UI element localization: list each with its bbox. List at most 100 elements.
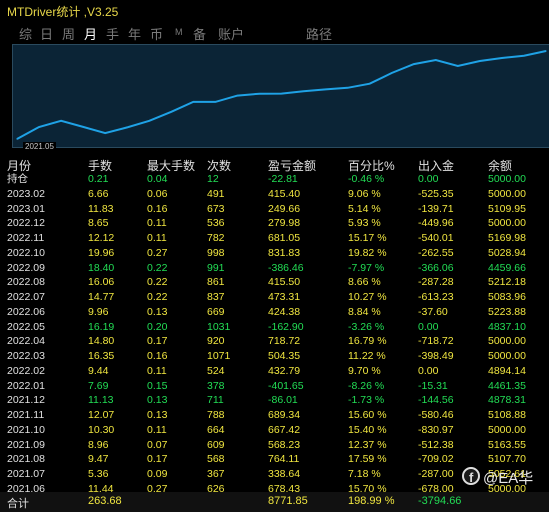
tab-currency[interactable]: 币 bbox=[150, 24, 163, 43]
row-month: 2022.05 bbox=[7, 320, 45, 333]
row-max-lots: 0.16 bbox=[147, 202, 168, 215]
row-pnl: 249.66 bbox=[268, 202, 301, 215]
tab-path[interactable]: 路径 bbox=[306, 24, 332, 43]
table-row[interactable]: 2021.10 10.30 0.11 664 667.42 15.40 % -830.97 5… bbox=[0, 423, 549, 438]
row-max-lots: 0.11 bbox=[147, 217, 167, 230]
row-count: 673 bbox=[207, 202, 225, 215]
row-max-lots: 0.04 bbox=[147, 173, 168, 185]
balance-point bbox=[325, 88, 327, 90]
tab-month[interactable]: 月 bbox=[84, 24, 97, 43]
table-row[interactable]: 持仓 0.21 0.04 12 -22.81 -0.46 % 0.00 5000.00 bbox=[0, 172, 549, 187]
row-lots: 6.66 bbox=[88, 187, 109, 200]
row-month: 2022.12 bbox=[7, 217, 45, 230]
row-count: 991 bbox=[207, 261, 225, 274]
tab-notes[interactable]: 备 bbox=[193, 24, 206, 43]
row-max-lots: 0.11 bbox=[147, 364, 167, 377]
row-pnl: 681.05 bbox=[268, 232, 301, 244]
total-row: 合计 263.68 8771.85 198.99 % -3794.66 bbox=[0, 492, 549, 512]
table-row[interactable]: 2023.01 11.83 0.16 673 249.66 5.14 % -139.71 51… bbox=[0, 202, 549, 217]
row-pnl: 415.40 bbox=[268, 187, 301, 200]
balance-point bbox=[104, 132, 106, 134]
row-count: 367 bbox=[207, 468, 225, 480]
row-month: 2021.07 bbox=[7, 468, 45, 480]
tab-account[interactable]: 账户 bbox=[218, 24, 244, 43]
row-lots: 12.12 bbox=[88, 232, 115, 244]
row-percent: -8.26 % bbox=[348, 379, 385, 392]
table-row[interactable]: 2022.09 18.40 0.22 991 -386.46 -7.97 % -366.06… bbox=[0, 261, 549, 276]
tab-year[interactable]: 年 bbox=[128, 24, 141, 43]
row-deposit-withdraw: -449.96 bbox=[418, 217, 454, 230]
balance-point bbox=[148, 120, 150, 122]
row-max-lots: 0.13 bbox=[147, 409, 168, 421]
row-count: 12 bbox=[207, 173, 219, 185]
row-month: 2022.01 bbox=[7, 379, 45, 392]
row-balance: 5000.00 bbox=[488, 173, 526, 185]
table-row[interactable]: 2022.01 7.69 0.15 378 -401.65 -8.26 % -15.31 44… bbox=[0, 379, 549, 394]
row-deposit-withdraw: -287.00 bbox=[418, 468, 454, 480]
table-row[interactable]: 2021.11 12.07 0.13 788 689.34 15.60 % -580.46 5… bbox=[0, 408, 549, 423]
table-row[interactable]: 2022.12 8.65 0.11 536 279.98 5.93 % -449.96 500… bbox=[0, 216, 549, 231]
table-row[interactable]: 2022.11 12.12 0.11 782 681.05 15.17 % -540.01 5… bbox=[0, 231, 549, 246]
row-deposit-withdraw: -37.60 bbox=[418, 305, 448, 318]
row-max-lots: 0.07 bbox=[147, 438, 168, 451]
table-row[interactable]: 2022.02 9.44 0.11 524 432.79 9.70 % 0.00 4894.1… bbox=[0, 364, 549, 379]
watermark-logo-icon: f bbox=[462, 467, 480, 485]
balance-point bbox=[82, 126, 84, 128]
balance-point bbox=[60, 120, 62, 122]
monthly-stats-table: 持仓 0.21 0.04 12 -22.81 -0.46 % 0.00 5000.00 2023… bbox=[0, 172, 549, 511]
table-row[interactable]: 2023.02 6.66 0.06 491 415.40 9.06 % -525.35 500… bbox=[0, 187, 549, 202]
row-max-lots: 0.22 bbox=[147, 261, 168, 274]
row-month: 2022.09 bbox=[7, 261, 45, 274]
tab-week[interactable]: 周 bbox=[62, 24, 75, 43]
tab-day[interactable]: 日 bbox=[40, 24, 53, 43]
table-row[interactable]: 2022.04 14.80 0.17 920 718.72 16.79 % -718.72 5… bbox=[0, 334, 549, 349]
table-row[interactable]: 2022.07 14.77 0.22 837 473.31 10.27 % -613.23 5… bbox=[0, 290, 549, 305]
row-max-lots: 0.11 bbox=[147, 232, 167, 244]
total-lots: 263.68 bbox=[88, 495, 122, 507]
table-row[interactable]: 2021.12 11.13 0.13 711 -86.01 -1.73 % -144.56 4… bbox=[0, 393, 549, 408]
row-pnl: 689.34 bbox=[268, 409, 301, 421]
row-percent: 5.14 % bbox=[348, 202, 381, 215]
row-balance: 5000.00 bbox=[488, 217, 526, 230]
row-month: 持仓 bbox=[7, 173, 28, 185]
row-lots: 16.19 bbox=[88, 320, 115, 333]
row-month: 2022.06 bbox=[7, 305, 45, 318]
balance-point bbox=[523, 55, 525, 57]
balance-point bbox=[369, 83, 371, 85]
tab-overview[interactable]: 综 bbox=[19, 24, 32, 43]
table-row[interactable]: 2021.09 8.96 0.07 609 568.23 12.37 % -512.38 51… bbox=[0, 438, 549, 453]
row-percent: -7.97 % bbox=[348, 261, 385, 274]
row-max-lots: 0.15 bbox=[147, 379, 168, 392]
row-pnl: 473.31 bbox=[268, 291, 301, 303]
row-count: 669 bbox=[207, 305, 225, 318]
row-month: 2021.11 bbox=[7, 409, 45, 421]
tab-lots[interactable]: 手 bbox=[106, 24, 119, 43]
row-balance: 4461.35 bbox=[488, 379, 526, 392]
table-row[interactable]: 2022.03 16.35 0.16 1071 504.35 11.22 % -398.49… bbox=[0, 349, 549, 364]
table-row[interactable]: 2022.08 16.06 0.22 861 415.50 8.66 % -287.28 52… bbox=[0, 275, 549, 290]
row-percent: 15.60 % bbox=[348, 409, 387, 421]
row-month: 2022.04 bbox=[7, 335, 45, 348]
row-pnl: -86.01 bbox=[268, 394, 298, 407]
table-row[interactable]: 2022.06 9.96 0.13 669 424.38 8.84 % -37.60 5223… bbox=[0, 305, 549, 320]
balance-point bbox=[545, 50, 547, 52]
row-month: 2021.10 bbox=[7, 423, 45, 436]
balance-point bbox=[258, 93, 261, 95]
watermark: f @EA华 bbox=[462, 466, 544, 490]
balance-chart-svg bbox=[16, 50, 547, 140]
row-lots: 0.21 bbox=[88, 173, 109, 185]
table-row[interactable]: 2021.08 9.47 0.17 568 764.11 17.59 % -709.02 51… bbox=[0, 452, 549, 467]
row-deposit-withdraw: -398.49 bbox=[418, 350, 454, 362]
row-deposit-withdraw: -262.55 bbox=[418, 246, 454, 259]
row-max-lots: 0.16 bbox=[147, 350, 168, 362]
table-row[interactable]: 2022.05 16.19 0.20 1031 -162.90 -3.26 % 0.00 48… bbox=[0, 320, 549, 335]
row-deposit-withdraw: -287.28 bbox=[418, 276, 454, 289]
row-deposit-withdraw: -580.46 bbox=[418, 409, 454, 421]
period-tab-bar: 综 日 周 月 手 年 币 M 备 账户 路径 bbox=[0, 22, 549, 44]
total-deposit-withdraw: -3794.66 bbox=[418, 495, 462, 507]
tab-m[interactable]: M bbox=[175, 27, 183, 37]
row-deposit-withdraw: 0.00 bbox=[418, 173, 439, 185]
row-pnl: -401.65 bbox=[268, 379, 304, 392]
row-max-lots: 0.17 bbox=[147, 453, 168, 466]
table-row[interactable]: 2022.10 19.96 0.27 998 831.83 19.82 % -262.55 5… bbox=[0, 246, 549, 261]
